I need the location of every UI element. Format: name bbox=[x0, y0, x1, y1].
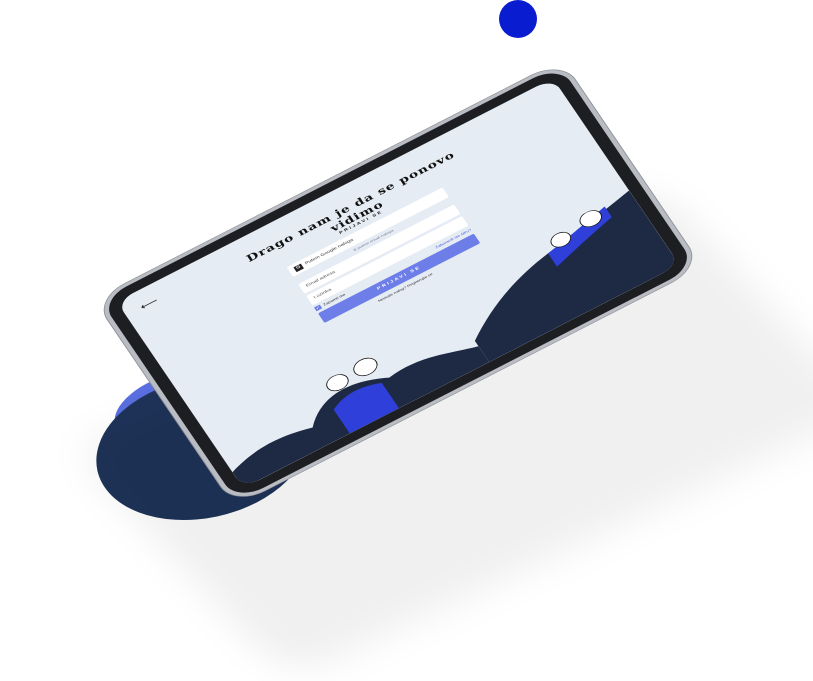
google-icon: G bbox=[293, 263, 304, 272]
decorative-dot bbox=[499, 0, 537, 38]
remember-checkbox[interactable]: ✓ bbox=[314, 304, 323, 312]
password-placeholder: Lozinka bbox=[313, 287, 333, 300]
scene: ⟵ Drago nam je da se ponovo vidimo PRIJA… bbox=[0, 0, 813, 681]
back-arrow-icon[interactable]: ⟵ bbox=[138, 295, 161, 312]
person-2-head bbox=[353, 357, 378, 377]
